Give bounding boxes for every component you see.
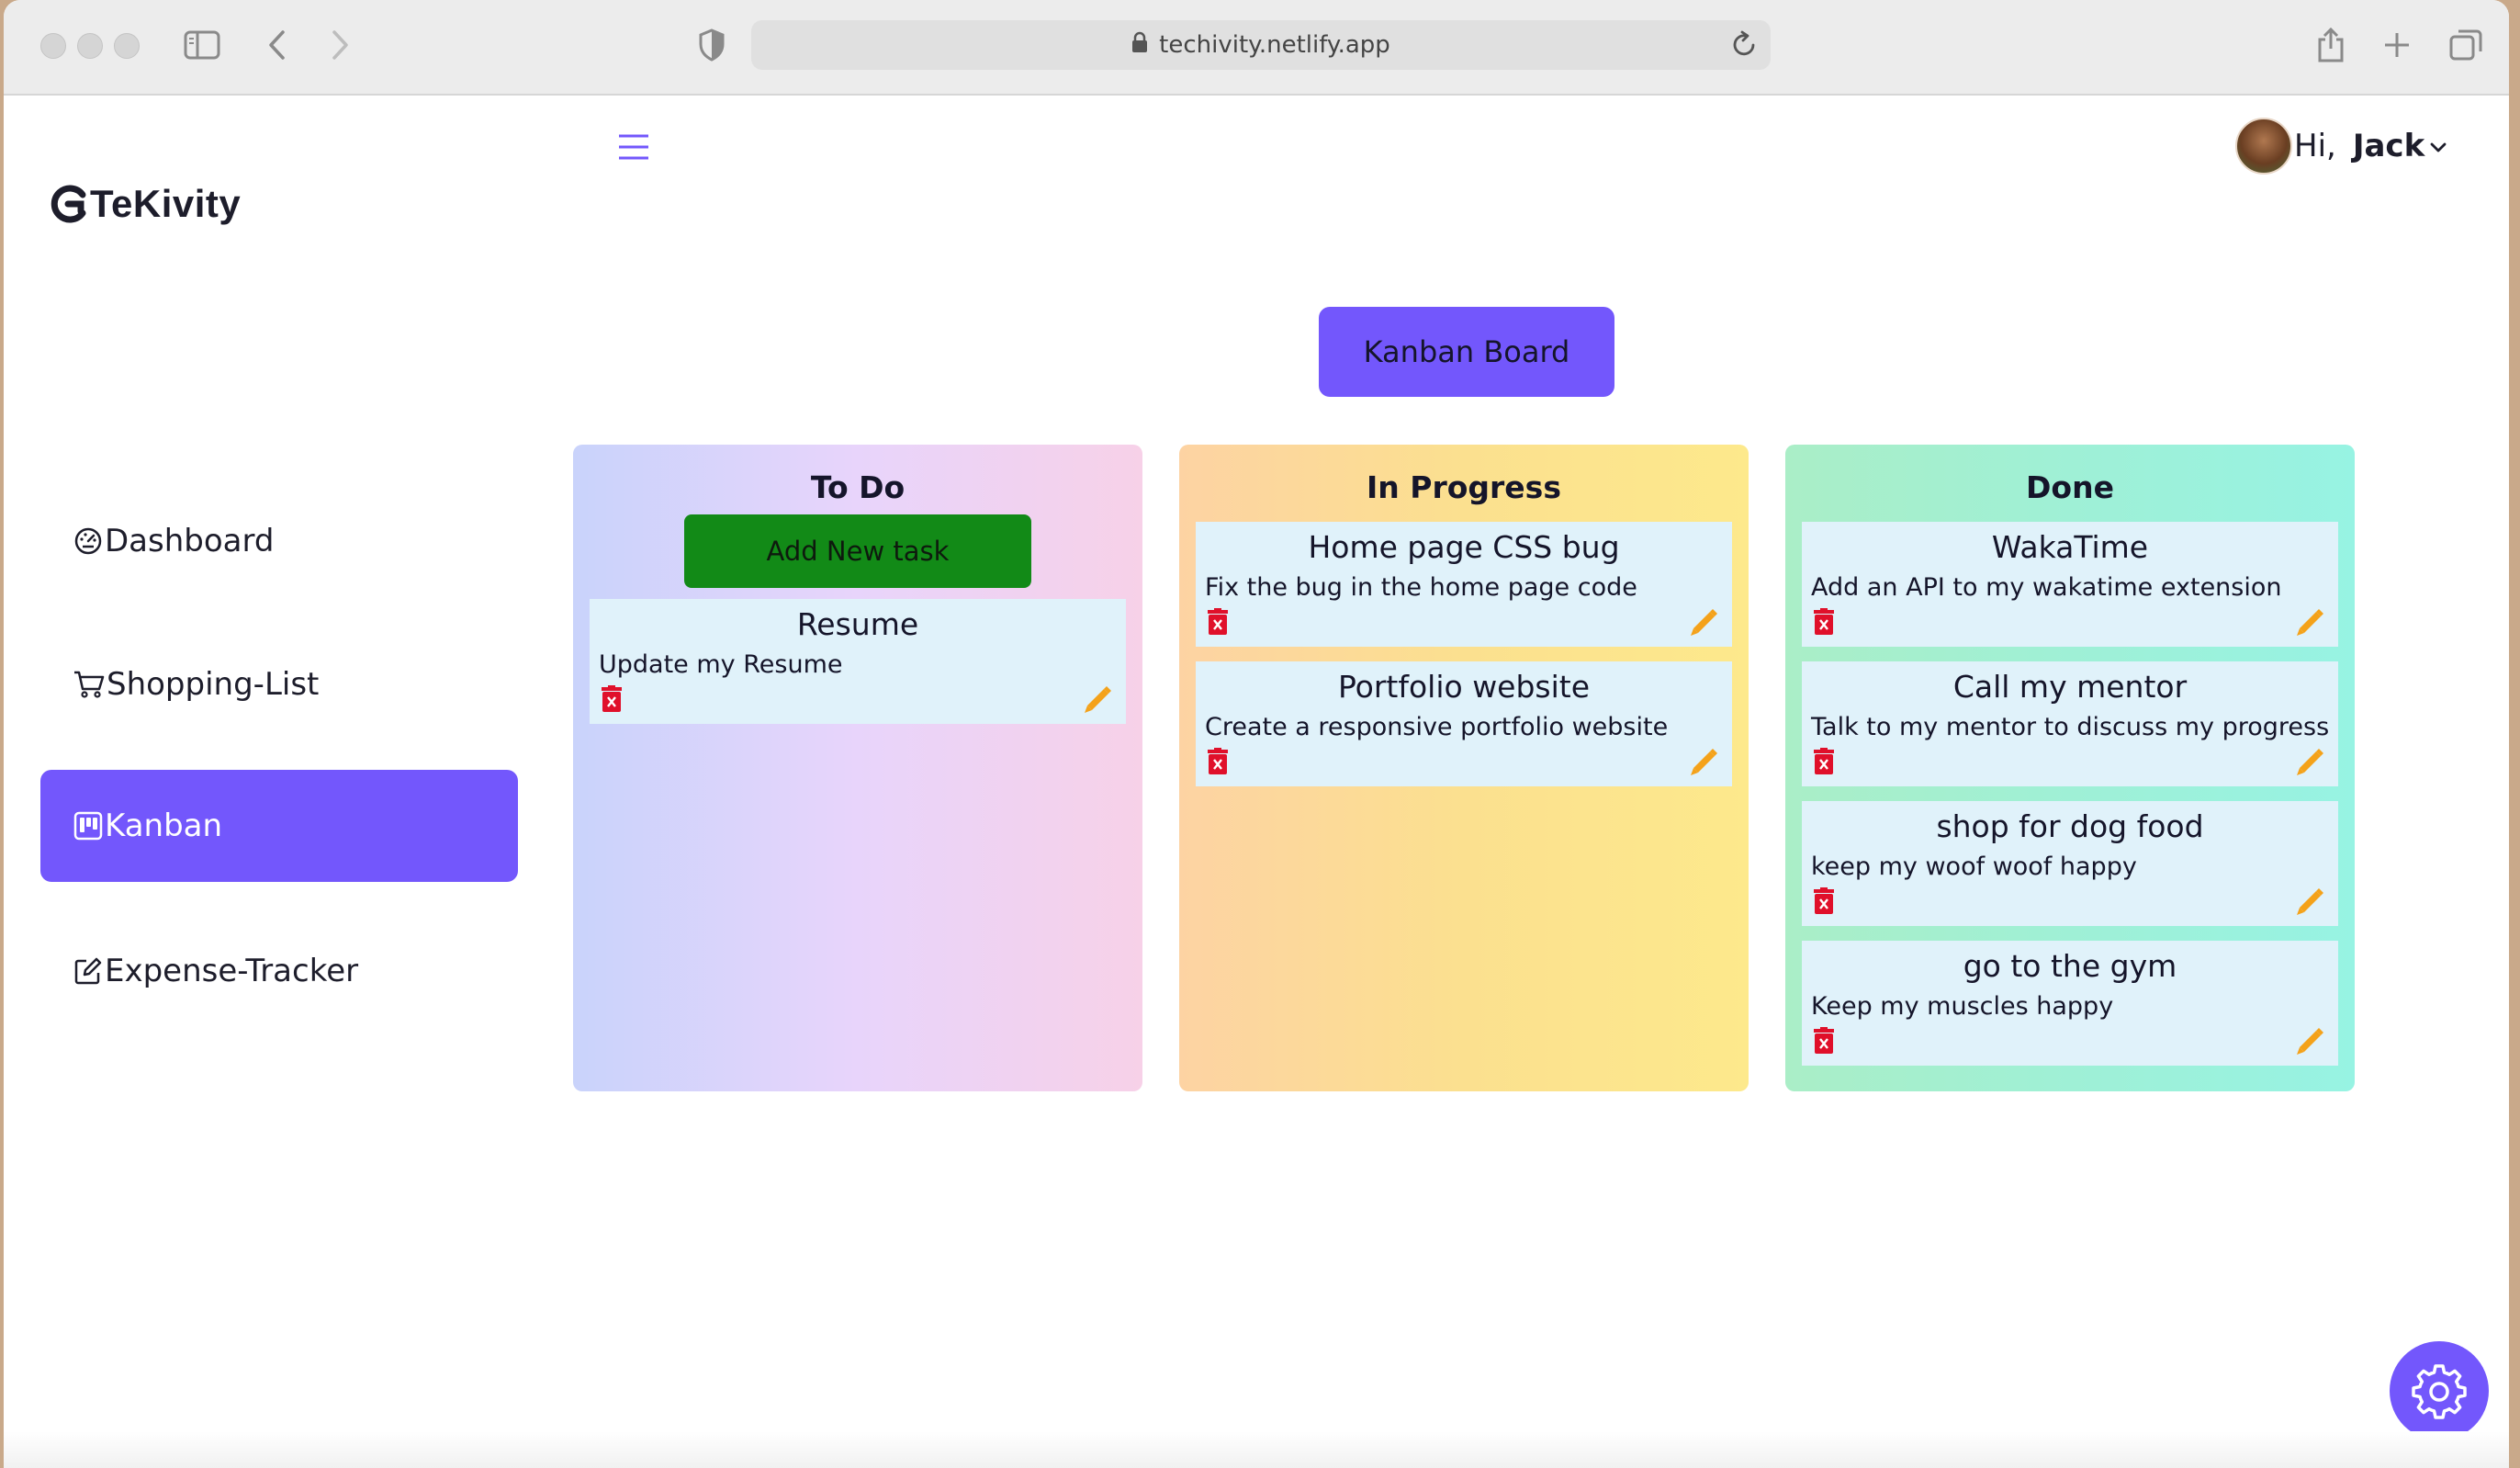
- user-menu[interactable]: Hi, Jack: [2235, 118, 2447, 175]
- edit-pencil-icon[interactable]: [2294, 886, 2325, 920]
- new-tab-plus-icon[interactable]: [2382, 24, 2412, 66]
- settings-button[interactable]: [2390, 1341, 2489, 1440]
- sidebar-toggle-icon[interactable]: [184, 24, 220, 66]
- column-title: In Progress: [1367, 469, 1561, 505]
- back-arrow-icon[interactable]: [266, 24, 287, 66]
- gear-icon: [2412, 1364, 2467, 1419]
- sidebar-item-expense-tracker[interactable]: Expense-Tracker: [40, 915, 518, 1027]
- delete-icon[interactable]: [1813, 887, 1835, 919]
- minimize-window-button[interactable]: [77, 33, 103, 59]
- sidebar-item-shopping-list[interactable]: Shopping-List: [40, 628, 518, 740]
- page-bottom-edge: [4, 1431, 2509, 1468]
- delete-icon[interactable]: [1813, 1027, 1835, 1058]
- task-title: shop for dog food: [1936, 808, 2204, 844]
- browser-toolbar: techivity.netlify.app: [4, 0, 2509, 96]
- board-title: Kanban Board: [1319, 307, 1614, 397]
- task-card[interactable]: Portfolio website Create a responsive po…: [1196, 661, 1732, 786]
- task-title: Call my mentor: [1952, 669, 2188, 705]
- chevron-down-icon: [2430, 140, 2447, 157]
- edit-square-icon: [74, 957, 102, 985]
- task-description: keep my woof woof happy: [1811, 853, 2137, 881]
- cart-icon: [74, 671, 105, 698]
- greeting-text: Hi,: [2294, 128, 2336, 164]
- card-list: Resume Update my Resume: [590, 599, 1126, 724]
- column-done: Done WakaTime Add an API to my wakatime …: [1785, 445, 2355, 1091]
- zoom-window-button[interactable]: [114, 33, 140, 59]
- column-title: To Do: [810, 469, 906, 505]
- tab-overview-icon[interactable]: [2448, 24, 2483, 66]
- menu-toggle-icon[interactable]: [617, 132, 650, 165]
- column-in-progress: In Progress Home page CSS bug Fix the bu…: [1179, 445, 1749, 1091]
- reload-icon[interactable]: [1730, 29, 1758, 65]
- close-window-button[interactable]: [40, 33, 66, 59]
- avatar: [2235, 118, 2292, 175]
- delete-icon[interactable]: [1207, 748, 1229, 779]
- dashboard-gauge-icon: [74, 527, 102, 555]
- sidebar-item-label: Dashboard: [105, 523, 275, 559]
- task-description: Add an API to my wakatime extension: [1811, 573, 2282, 602]
- task-description: Fix the bug in the home page code: [1205, 573, 1637, 602]
- task-card[interactable]: go to the gym Keep my muscles happy: [1802, 941, 2338, 1066]
- task-card[interactable]: Home page CSS bug Fix the bug in the hom…: [1196, 522, 1732, 647]
- privacy-shield-icon[interactable]: [698, 24, 726, 66]
- sidebar-item-label: Expense-Tracker: [105, 953, 359, 989]
- card-list: Home page CSS bug Fix the bug in the hom…: [1196, 522, 1732, 786]
- forward-arrow-icon[interactable]: [331, 24, 351, 66]
- task-card[interactable]: Resume Update my Resume: [590, 599, 1126, 724]
- add-new-task-button[interactable]: Add New task: [684, 514, 1031, 588]
- delete-icon[interactable]: [601, 685, 623, 717]
- delete-icon[interactable]: [1813, 608, 1835, 639]
- task-description: Update my Resume: [599, 650, 843, 679]
- task-card[interactable]: WakaTime Add an API to my wakatime exten…: [1802, 522, 2338, 647]
- url-text: techivity.netlify.app: [1159, 31, 1390, 59]
- column-to-do: To Do Add New task Resume Update my Resu…: [573, 445, 1142, 1091]
- delete-icon[interactable]: [1813, 748, 1835, 779]
- task-title: Home page CSS bug: [1308, 529, 1620, 565]
- edit-pencil-icon[interactable]: [1082, 683, 1113, 718]
- card-list: WakaTime Add an API to my wakatime exten…: [1802, 522, 2338, 1066]
- edit-pencil-icon[interactable]: [1688, 606, 1719, 641]
- share-icon[interactable]: [2316, 24, 2346, 66]
- column-title: Done: [2026, 469, 2114, 505]
- edit-pencil-icon[interactable]: [2294, 1025, 2325, 1060]
- task-title: Portfolio website: [1337, 669, 1591, 705]
- browser-window: techivity.netlify.app TeKivity Hi, Jack: [4, 0, 2509, 1468]
- lock-icon: [1131, 31, 1148, 60]
- sidebar-item-label: Kanban: [105, 807, 223, 844]
- logo-mark-icon: [51, 185, 86, 223]
- edit-pencil-icon[interactable]: [2294, 746, 2325, 781]
- task-description: Create a responsive portfolio website: [1205, 713, 1669, 741]
- sidebar-item-dashboard[interactable]: Dashboard: [40, 485, 518, 597]
- edit-pencil-icon[interactable]: [1688, 746, 1719, 781]
- sidebar-item-label: Shopping-List: [107, 666, 320, 703]
- task-description: Talk to my mentor to discuss my progress: [1811, 713, 2330, 741]
- app-logo[interactable]: TeKivity: [48, 182, 241, 226]
- delete-icon[interactable]: [1207, 608, 1229, 639]
- task-title: Resume: [796, 606, 919, 642]
- task-card[interactable]: Call my mentor Talk to my mentor to disc…: [1802, 661, 2338, 786]
- task-title: WakaTime: [1991, 529, 2149, 565]
- task-description: Keep my muscles happy: [1811, 992, 2114, 1021]
- edit-pencil-icon[interactable]: [2294, 606, 2325, 641]
- sidebar-item-kanban[interactable]: Kanban: [40, 770, 518, 882]
- user-name: Jack: [2352, 128, 2425, 164]
- task-title: go to the gym: [1963, 948, 2177, 984]
- task-card[interactable]: shop for dog food keep my woof woof happ…: [1802, 801, 2338, 926]
- logo-text: TeKivity: [90, 182, 242, 225]
- address-bar[interactable]: techivity.netlify.app: [751, 20, 1771, 70]
- kanban-board-icon: [73, 811, 103, 841]
